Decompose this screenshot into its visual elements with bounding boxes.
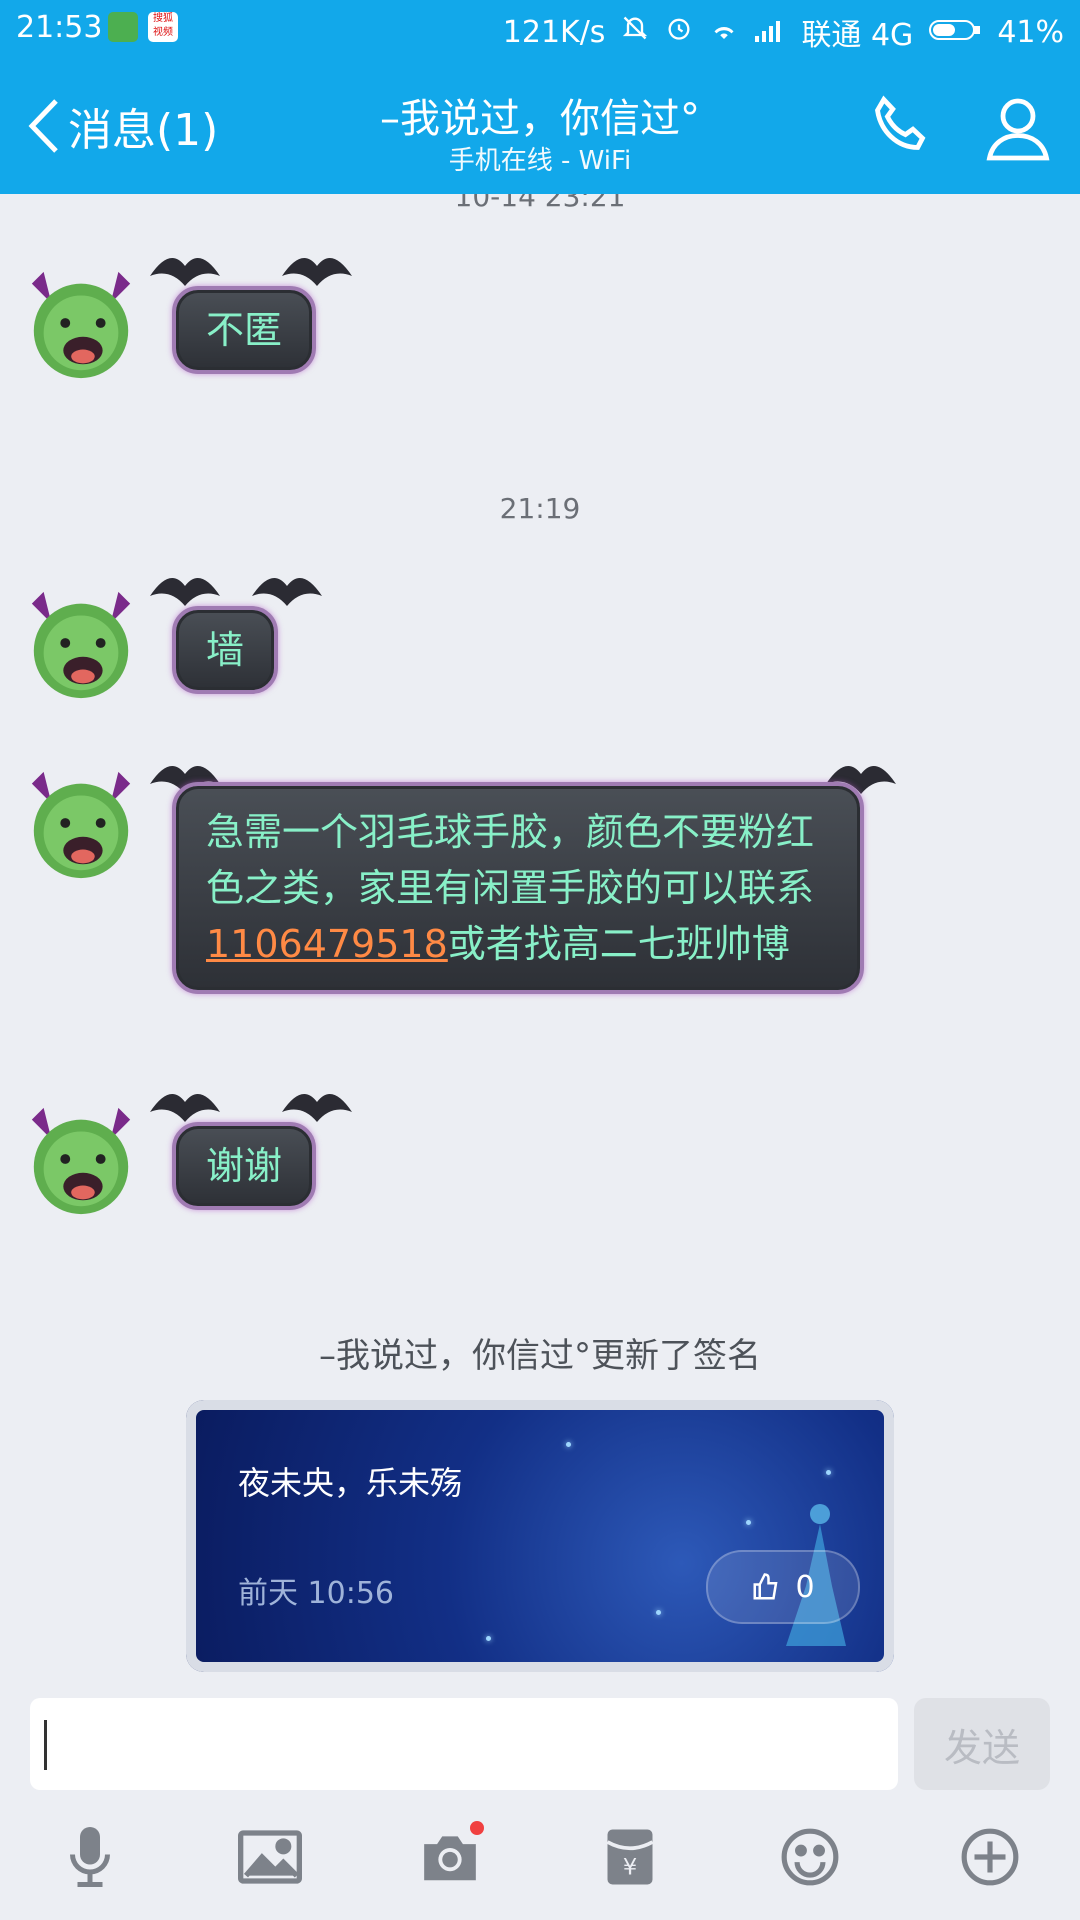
signature-date: 前天 10:56 — [238, 1576, 394, 1611]
phone-icon — [875, 95, 926, 150]
like-button[interactable]: 0 — [706, 1550, 860, 1624]
red-packet-icon: ¥ — [606, 1829, 654, 1885]
status-time: 21:53 — [16, 10, 103, 45]
chat-header: 消息(1) –我说过，你信过° 手机在线 - WiFi — [0, 58, 1080, 194]
status-bar: 21:53 搜狐 视频 121K/s 联通 4G 41% — [0, 0, 1080, 58]
network-speed: 121K/s — [502, 14, 606, 50]
chat-message-list[interactable]: 10-14 23:21 不匿 21:19 墙 急需一个羽毛球手胶，颜色不要粉红色… — [0, 194, 1080, 1694]
message-bubble[interactable]: 谢谢 — [172, 1122, 317, 1210]
input-toolbar: ¥ — [0, 1794, 1080, 1920]
sender-avatar[interactable] — [22, 264, 140, 382]
alarm-icon — [665, 14, 693, 50]
voice-button[interactable] — [50, 1817, 130, 1897]
camera-icon — [424, 1836, 476, 1881]
image-icon — [238, 1830, 302, 1884]
microphone-icon — [70, 1827, 110, 1887]
message-input-bar: 发送 — [0, 1694, 1080, 1794]
video-app-icon: 搜狐 视频 — [148, 12, 178, 42]
battery-icon — [929, 15, 981, 50]
message-text: 不匿 — [206, 308, 283, 352]
timestamp: 21:19 — [499, 492, 581, 525]
message-bubble[interactable]: 急需一个羽毛球手胶，颜色不要粉红色之类，家里有闲置手胶的可以联系 11064795… — [172, 782, 864, 994]
message-bubble[interactable]: 不匿 — [172, 286, 317, 374]
more-button[interactable] — [950, 1817, 1030, 1897]
carrier: 联通 4G — [801, 18, 914, 53]
star-decoration — [746, 1520, 751, 1525]
profile-icon — [986, 98, 1050, 161]
photo-button[interactable] — [230, 1817, 310, 1897]
like-count: 0 — [795, 1569, 815, 1605]
battery-level: 41% — [997, 14, 1064, 50]
notification-dot — [470, 1821, 484, 1835]
svg-text:¥: ¥ — [623, 1855, 637, 1881]
text-cursor — [44, 1720, 47, 1770]
video-app-badge: 搜狐 视频 — [153, 13, 173, 38]
sender-avatar[interactable] — [22, 584, 140, 702]
timestamp-cutoff: 10-14 23:21 — [454, 194, 626, 213]
send-button[interactable]: 发送 — [914, 1698, 1050, 1790]
sender-avatar[interactable] — [22, 764, 140, 882]
signature-card[interactable]: 夜未央，乐未殇 前天 10:56 0 — [186, 1400, 894, 1672]
message-text: 墙 — [206, 628, 245, 672]
star-decoration — [486, 1636, 491, 1641]
wifi-icon — [709, 15, 739, 50]
message-bubble[interactable]: 墙 — [172, 606, 279, 694]
message-input[interactable] — [30, 1698, 898, 1790]
message-text: 急需一个羽毛球手胶，颜色不要粉红色之类，家里有闲置手胶的可以联系 — [206, 810, 815, 910]
phone-call-button[interactable] — [864, 92, 936, 164]
message-text: 或者找高二七班帅博 — [447, 922, 790, 966]
star-decoration — [826, 1470, 831, 1475]
camera-button[interactable] — [410, 1817, 490, 1897]
emoji-icon — [781, 1828, 839, 1886]
qq-number-link[interactable]: 1106479518 — [206, 922, 448, 966]
emoji-button[interactable] — [770, 1817, 850, 1897]
bubble-wing-decoration — [252, 578, 322, 606]
signature-update-notice: –我说过，你信过°更新了签名 — [319, 1336, 761, 1376]
message-text: 谢谢 — [206, 1144, 283, 1188]
bubble-wing-decoration — [150, 1094, 220, 1122]
bubble-wing-decoration — [150, 258, 220, 286]
profile-button[interactable] — [982, 92, 1054, 164]
bubble-wing-decoration — [282, 1094, 352, 1122]
star-decoration — [566, 1442, 571, 1447]
bubble-wing-decoration — [150, 578, 220, 606]
signature-text: 夜未央，乐未殇 — [238, 1464, 463, 1502]
star-decoration — [656, 1610, 661, 1615]
security-app-icon — [108, 12, 138, 42]
red-packet-button[interactable]: ¥ — [590, 1817, 670, 1897]
plus-icon — [961, 1828, 1019, 1886]
signal-icon — [755, 15, 785, 50]
bubble-wing-decoration — [282, 258, 352, 286]
mute-icon — [621, 14, 649, 50]
thumbs-up-icon — [753, 1573, 778, 1600]
sender-avatar[interactable] — [22, 1100, 140, 1218]
